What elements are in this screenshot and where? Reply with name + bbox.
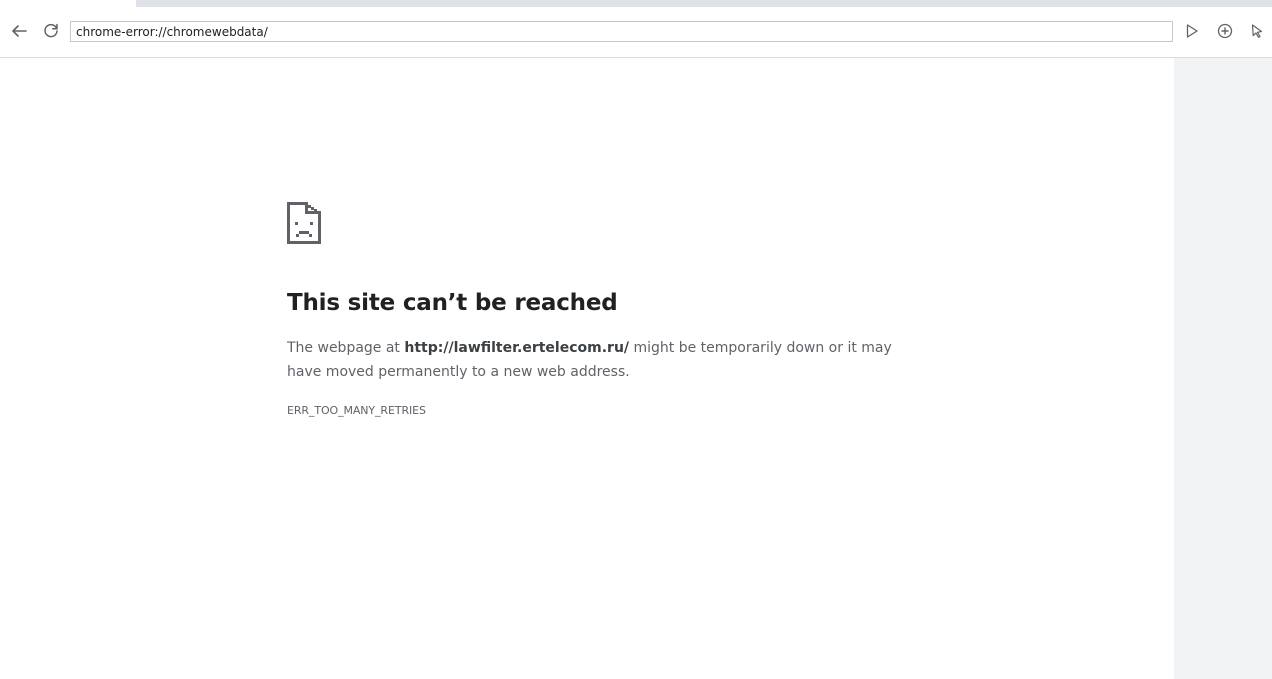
sad-page-icon — [287, 202, 907, 244]
address-input[interactable] — [76, 22, 1167, 41]
back-button[interactable] — [7, 19, 31, 43]
cursor-icon — [1250, 23, 1264, 39]
error-message: The webpage at http://lawfilter.erteleco… — [287, 336, 897, 384]
play-icon — [1185, 23, 1199, 39]
add-circle-icon — [1217, 23, 1233, 39]
failed-url: http://lawfilter.ertelecom.ru/ — [404, 340, 630, 356]
play-button[interactable] — [1180, 19, 1204, 43]
tab-strip — [0, 0, 1272, 7]
reload-button[interactable] — [39, 19, 63, 43]
message-prefix: The webpage at — [287, 340, 405, 356]
arrow-left-icon — [10, 22, 28, 40]
add-button[interactable] — [1213, 19, 1237, 43]
browser-toolbar — [0, 7, 1272, 58]
error-code: ERR_TOO_MANY_RETRIES — [287, 404, 426, 417]
address-bar[interactable] — [70, 21, 1173, 42]
error-content: This site can’t be reached The webpage a… — [287, 202, 907, 417]
active-tab[interactable] — [0, 0, 136, 7]
error-title: This site can’t be reached — [287, 290, 618, 316]
reload-icon — [42, 22, 60, 40]
side-panel — [1174, 58, 1272, 679]
cursor-button[interactable] — [1245, 19, 1269, 43]
